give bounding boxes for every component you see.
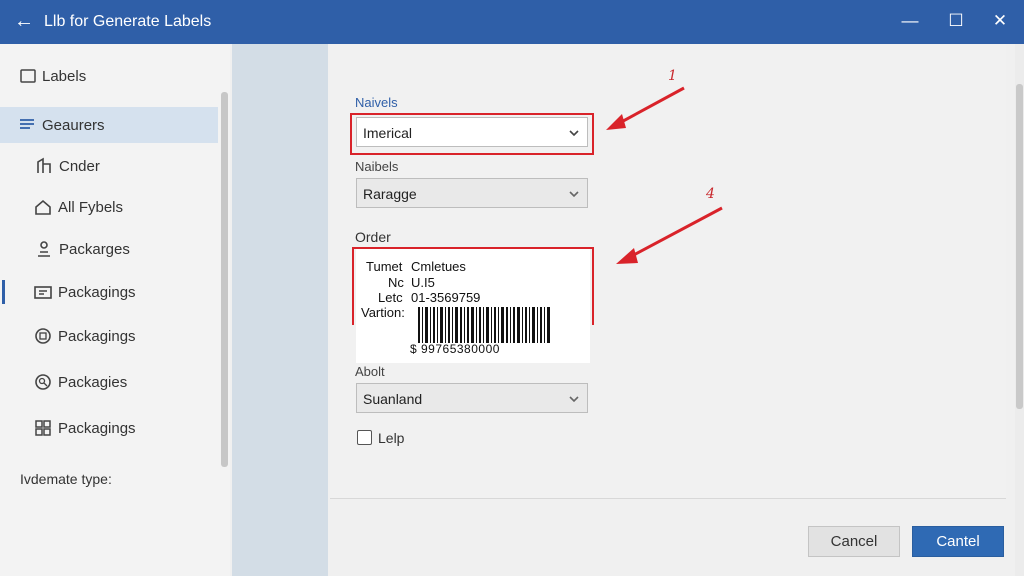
scrollbar-thumb[interactable] <box>1016 84 1023 409</box>
sidebar-item-label: All Fybels <box>58 199 124 216</box>
sidebar: Labels Geaurers Cnder All Fybels Packarg… <box>0 44 230 576</box>
cancel-button[interactable]: Cancel <box>808 526 900 557</box>
field1-label: Naivels <box>355 95 398 110</box>
sidebar-header-label: Labels <box>42 68 87 85</box>
preview-gutter <box>232 44 328 576</box>
sidebar-item-packagies[interactable]: Packagies <box>0 364 218 400</box>
confirm-button[interactable]: Cantel <box>912 526 1004 557</box>
sidebar-footer-text: Ivdemate type: <box>20 471 112 487</box>
maximize-button[interactable]: ☐ <box>944 10 968 32</box>
chevron-down-icon <box>569 396 579 403</box>
field3-label: Abolt <box>355 364 385 379</box>
lelp-checkbox[interactable] <box>357 430 372 445</box>
field2-label: Naibels <box>355 159 399 174</box>
sidebar-header-labels[interactable]: Labels <box>0 58 218 94</box>
annotation-number-2: 4 <box>706 186 715 202</box>
grid-icon <box>35 420 51 436</box>
person-icon <box>38 241 50 257</box>
building-icon <box>37 157 51 173</box>
sidebar-item-geaurers[interactable]: Geaurers <box>0 107 218 143</box>
sidebar-scrollbar[interactable] <box>221 92 228 467</box>
sidebar-item-all-fybels[interactable]: All Fybels <box>0 189 218 225</box>
annotation-highlight-1 <box>350 113 594 155</box>
arrow-left-icon[interactable]: ← <box>14 10 34 32</box>
field3-select[interactable]: Suanland <box>356 383 588 413</box>
annotation-arrow-2 <box>616 206 723 264</box>
sidebar-item-label: Geaurers <box>42 117 105 134</box>
sidebar-item-label: Packagings <box>58 284 136 301</box>
window-title: Llb for Generate Labels <box>44 13 212 30</box>
package-icon <box>35 328 51 344</box>
sidebar-item-label: Packagies <box>58 374 128 391</box>
sidebar-item-packagings-1[interactable]: Packagings <box>0 274 218 310</box>
footer-divider <box>330 498 1006 499</box>
chevron-down-icon <box>569 191 579 198</box>
annotation-arrow-1 <box>606 86 685 130</box>
sidebar-item-packagings-2[interactable]: Packagings <box>0 318 218 354</box>
sidebar-item-label: Cnder <box>59 158 100 175</box>
sidebar-item-label: Packagings <box>58 420 136 437</box>
field2-select[interactable]: Raragge <box>356 178 588 208</box>
label-icon <box>20 69 36 83</box>
sidebar-item-cnder[interactable]: Cnder <box>0 148 218 184</box>
title-bar: ← Llb for Generate Labels — ☐ ✕ <box>0 0 1024 44</box>
barcode-number: $ 99765380000 <box>410 342 500 356</box>
search-circle-icon <box>35 374 51 390</box>
content-scrollbar[interactable] <box>1015 44 1024 576</box>
lelp-checkbox-label: Lelp <box>378 430 405 446</box>
order-label: Order <box>355 229 391 245</box>
minimize-button[interactable]: — <box>898 10 922 32</box>
house-icon <box>35 199 51 215</box>
field3-value: Suanland <box>363 391 423 407</box>
folder-icon <box>34 286 52 299</box>
field2-value: Raragge <box>363 186 417 202</box>
annotation-highlight-2 <box>352 247 594 325</box>
annotation-number-1: 1 <box>668 68 677 84</box>
sidebar-item-packagings-3[interactable]: Packagings <box>0 410 218 446</box>
close-button[interactable]: ✕ <box>988 10 1012 32</box>
sidebar-item-label: Packagings <box>58 328 136 345</box>
sidebar-item-packarges[interactable]: Packarges <box>0 231 218 267</box>
sidebar-item-label: Packarges <box>59 241 130 258</box>
list-icon <box>20 119 34 129</box>
